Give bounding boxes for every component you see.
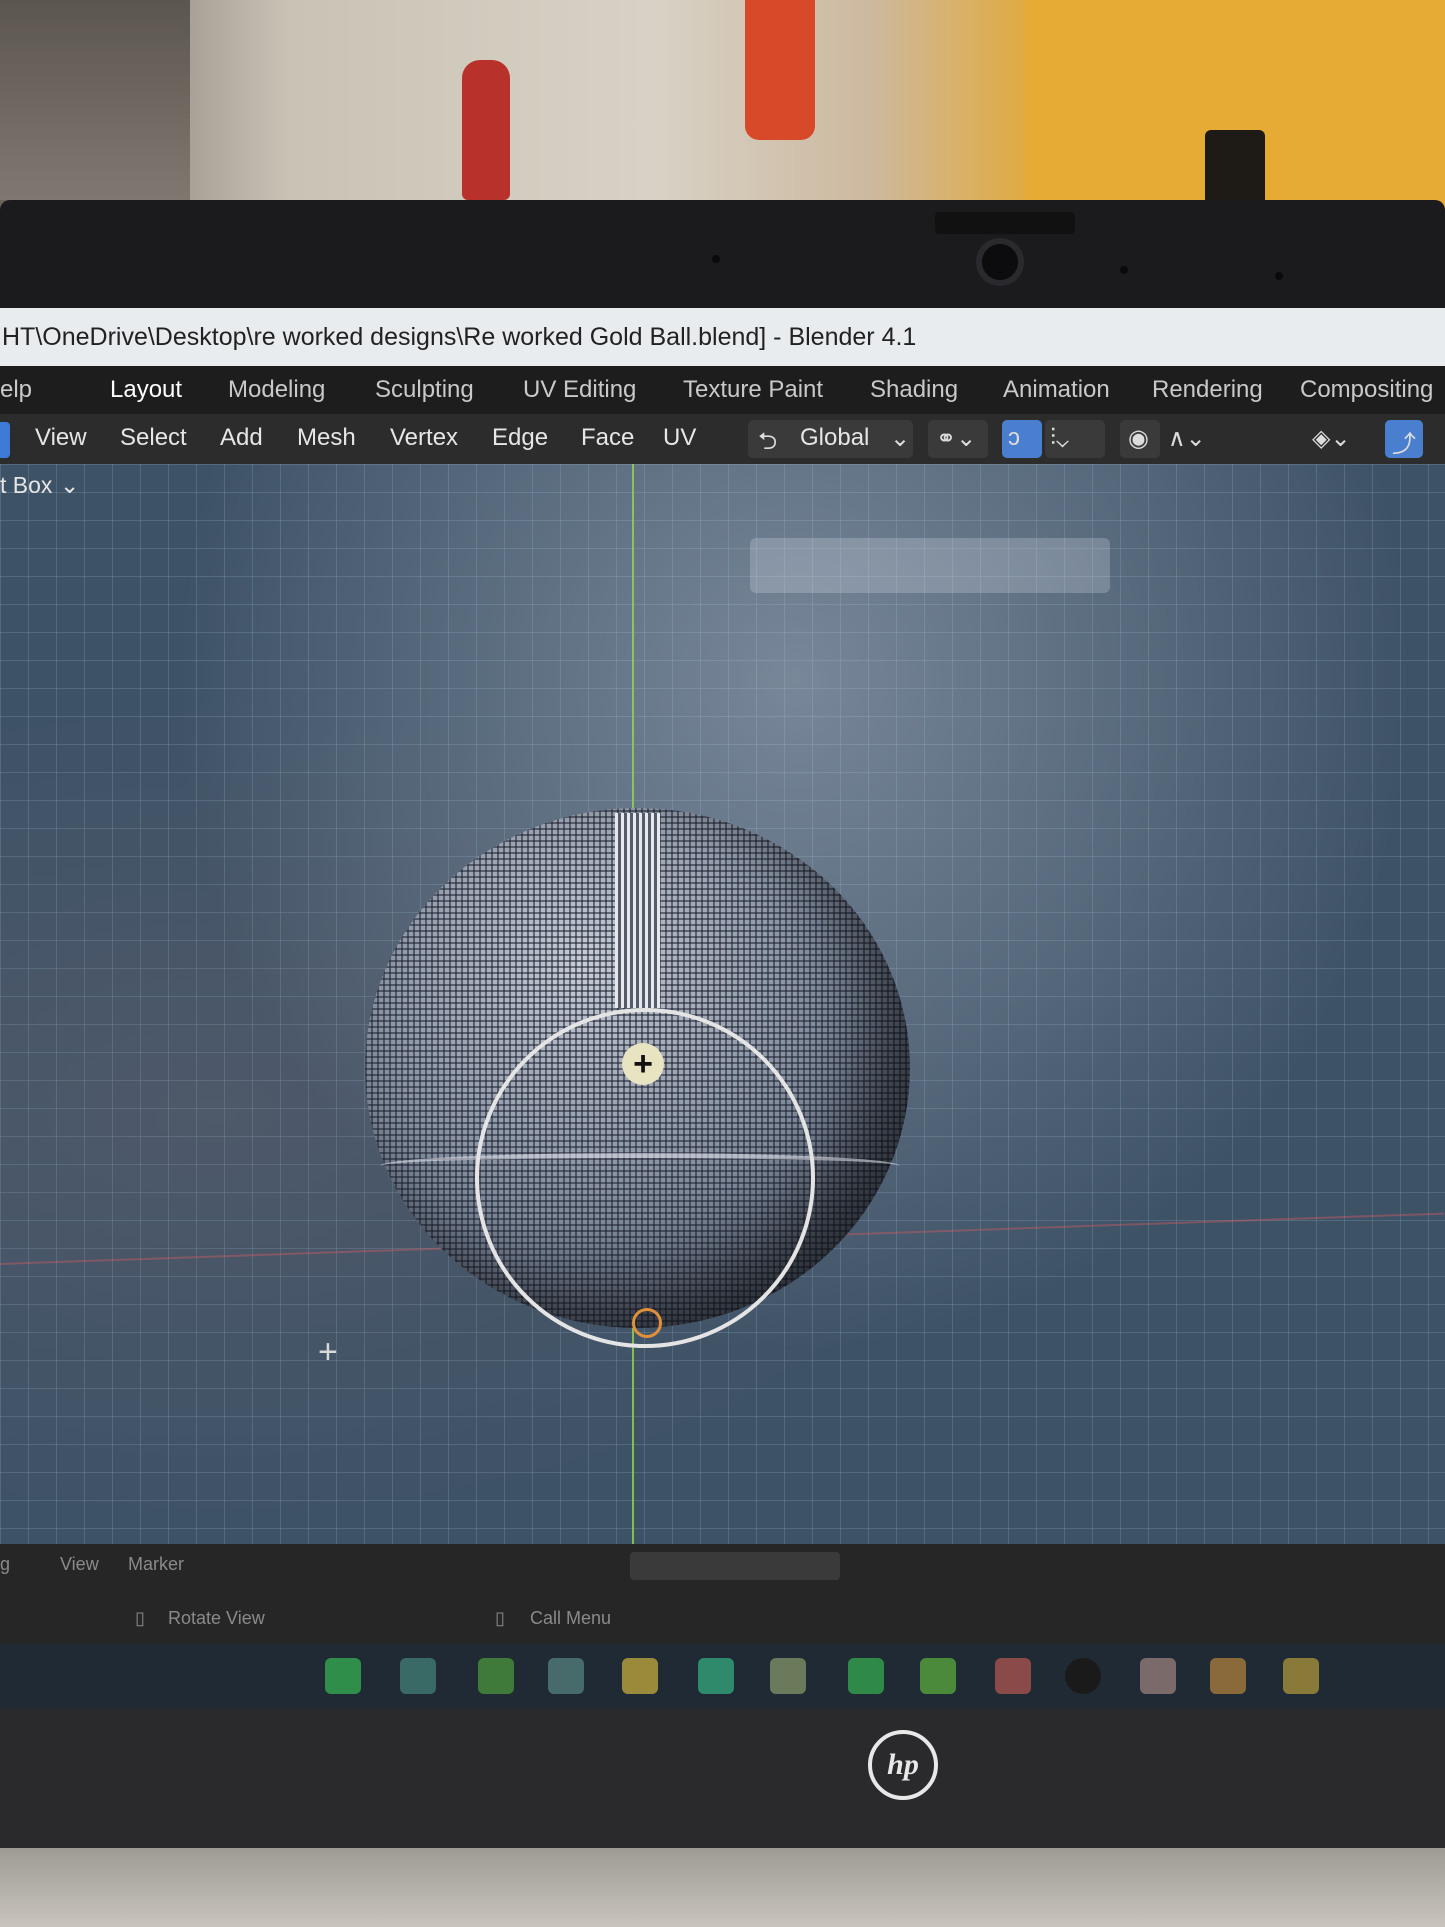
hp-logo: hp bbox=[868, 1730, 938, 1800]
3d-cursor-icon: + bbox=[318, 1333, 338, 1371]
falloff-curve-icon[interactable]: ∧⌄ bbox=[1168, 424, 1206, 453]
tab-compositing[interactable]: Compositing bbox=[1300, 376, 1433, 404]
search-icon[interactable] bbox=[400, 1658, 436, 1694]
orientation-icon: ⮌ bbox=[758, 428, 778, 455]
sensor-dot bbox=[1275, 272, 1283, 280]
transform-orientation-label: Global bbox=[800, 424, 870, 451]
snap-increment-icon: ⫶⌄ bbox=[1050, 424, 1069, 451]
viewport-header: View Select Add Mesh Vertex Edge Face UV… bbox=[0, 414, 1445, 464]
select-mode-dropdown[interactable]: t Box ⌄ bbox=[0, 464, 140, 504]
webcam-icon bbox=[976, 238, 1024, 286]
timeline-menu-marker[interactable]: Marker bbox=[128, 1554, 184, 1575]
status-call-menu: Call Menu bbox=[530, 1608, 612, 1628]
room-background bbox=[0, 0, 1445, 220]
object-origin bbox=[632, 1308, 662, 1338]
laptop-screen: HT\OneDrive\Desktop\re worked designs\Re… bbox=[0, 308, 1445, 1708]
laptop-base bbox=[0, 1848, 1445, 1927]
windows-taskbar bbox=[0, 1644, 1445, 1708]
sensor-dot bbox=[1120, 266, 1128, 274]
app-icon[interactable] bbox=[995, 1658, 1031, 1694]
chat-icon[interactable] bbox=[548, 1658, 584, 1694]
tab-uv-editing[interactable]: UV Editing bbox=[523, 376, 636, 404]
tiktok-icon[interactable] bbox=[1065, 1658, 1101, 1694]
menu-add[interactable]: Add bbox=[220, 424, 263, 452]
file-explorer-icon[interactable] bbox=[622, 1658, 658, 1694]
window-title: HT\OneDrive\Desktop\re worked designs\Re… bbox=[0, 308, 1445, 366]
magnet-icon: ↄ bbox=[1008, 424, 1020, 451]
shelf bbox=[0, 0, 190, 200]
tab-modeling[interactable]: Modeling bbox=[228, 376, 325, 404]
workspace-tabs: elp Layout Modeling Sculpting UV Editing… bbox=[0, 366, 1445, 414]
menu-vertex[interactable]: Vertex bbox=[390, 424, 458, 452]
store-icon[interactable] bbox=[770, 1658, 806, 1694]
menu-view[interactable]: View bbox=[35, 424, 87, 452]
task-view-icon[interactable] bbox=[478, 1658, 514, 1694]
proportional-edit-icon: ◉ bbox=[1128, 425, 1149, 452]
timeline-menu-view[interactable]: View bbox=[60, 1554, 99, 1575]
timeline-mode-dropdown[interactable]: g bbox=[0, 1554, 10, 1575]
timeline-panel: g View Marker ▯ Rotate View ▯ Call Menu bbox=[0, 1544, 1445, 1644]
sensor-dot bbox=[712, 255, 720, 263]
menu-face[interactable]: Face bbox=[581, 424, 634, 452]
app-icon[interactable] bbox=[848, 1658, 884, 1694]
tab-sculpting[interactable]: Sculpting bbox=[375, 376, 474, 404]
chrome-icon[interactable] bbox=[920, 1658, 956, 1694]
select-mode-label: t Box bbox=[0, 472, 53, 498]
menu-edge[interactable]: Edge bbox=[492, 424, 548, 452]
red-cylinder bbox=[745, 0, 815, 140]
crosshair-icon[interactable]: + bbox=[622, 1043, 664, 1085]
gizmo-icon: ⤴ bbox=[1392, 431, 1416, 458]
tab-layout[interactable]: Layout bbox=[110, 376, 182, 404]
tab-animation[interactable]: Animation bbox=[1003, 376, 1110, 404]
visibility-icon[interactable]: ◈⌄ bbox=[1312, 424, 1351, 453]
chevron-down-icon: ⌄ bbox=[890, 425, 911, 452]
playback-controls[interactable] bbox=[630, 1552, 840, 1580]
camera-shutter bbox=[935, 212, 1075, 234]
editor-type-button[interactable] bbox=[0, 422, 10, 458]
status-rotate-view: Rotate View bbox=[168, 1608, 265, 1628]
menu-select[interactable]: Select bbox=[120, 424, 187, 452]
windows-start-icon[interactable] bbox=[325, 1658, 361, 1694]
sphere-slot-faces bbox=[615, 813, 660, 1008]
chevron-down-icon: ⌄ bbox=[60, 472, 80, 498]
mouse-icon: ▯ bbox=[495, 1608, 505, 1628]
edge-browser-icon[interactable] bbox=[698, 1658, 734, 1694]
menu-mesh[interactable]: Mesh bbox=[297, 424, 356, 452]
pivot-icon: ⚭⌄ bbox=[936, 425, 977, 452]
tab-rendering[interactable]: Rendering bbox=[1152, 376, 1263, 404]
app-icon[interactable] bbox=[1140, 1658, 1176, 1694]
menu-uv[interactable]: UV bbox=[663, 424, 696, 452]
blender-icon[interactable] bbox=[1210, 1658, 1246, 1694]
tab-texture-paint[interactable]: Texture Paint bbox=[683, 376, 823, 404]
laptop-chin bbox=[0, 1708, 1445, 1848]
fire-extinguisher bbox=[462, 60, 510, 200]
app-icon[interactable] bbox=[1283, 1658, 1319, 1694]
mouse-icon: ▯ bbox=[135, 1608, 145, 1628]
tab-shading[interactable]: Shading bbox=[870, 376, 958, 404]
menu-help[interactable]: elp bbox=[0, 376, 32, 404]
screen-reflection bbox=[750, 538, 1110, 593]
